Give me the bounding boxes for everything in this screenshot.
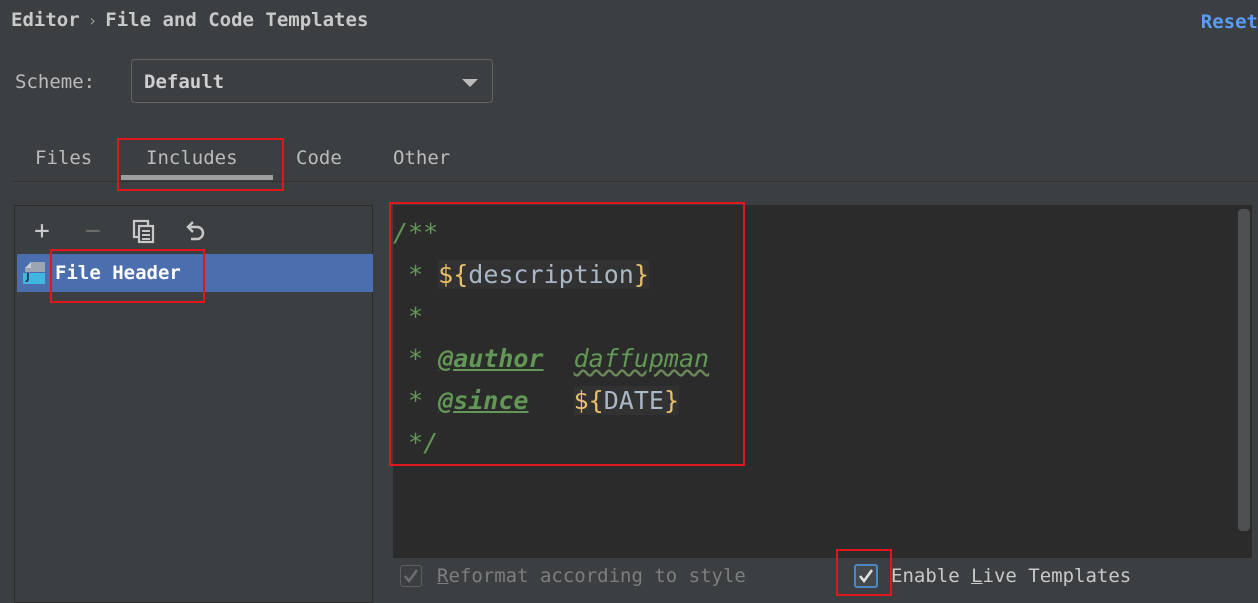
tab-other[interactable]: Other <box>393 144 450 172</box>
tab-files[interactable]: Files <box>35 144 92 172</box>
breadcrumb: Editor › File and Code Templates <box>11 6 368 34</box>
scheme-dropdown[interactable]: Default <box>131 59 493 103</box>
java-file-icon-letter: J <box>26 272 30 283</box>
undo-icon[interactable] <box>182 218 208 244</box>
breadcrumb-parent[interactable]: Editor <box>11 9 80 31</box>
editor-scrollbar-thumb[interactable] <box>1238 209 1250 531</box>
breadcrumb-current: File and Code Templates <box>105 9 369 31</box>
breadcrumb-separator: › <box>87 11 98 30</box>
highlight-box-file-header <box>50 249 205 303</box>
add-icon[interactable]: + <box>29 218 55 244</box>
live-templates-label: Enable Live Templates <box>891 565 1132 587</box>
tab-code[interactable]: Code <box>296 144 342 172</box>
highlight-box-includes-tab <box>117 138 284 191</box>
reformat-checkbox[interactable] <box>400 565 422 587</box>
checkmark-icon <box>404 569 418 583</box>
chevron-down-icon <box>462 79 478 87</box>
remove-icon[interactable]: − <box>80 218 106 244</box>
highlight-box-editor-code <box>389 202 745 466</box>
copy-icon[interactable] <box>131 218 157 244</box>
scheme-value: Default <box>144 71 225 93</box>
highlight-box-live-templates <box>836 549 892 596</box>
scheme-label: Scheme: <box>15 71 96 93</box>
java-file-icon: J <box>21 260 47 286</box>
reformat-label: Reformat according to style <box>437 565 746 587</box>
reset-link[interactable]: Reset <box>1201 8 1258 36</box>
